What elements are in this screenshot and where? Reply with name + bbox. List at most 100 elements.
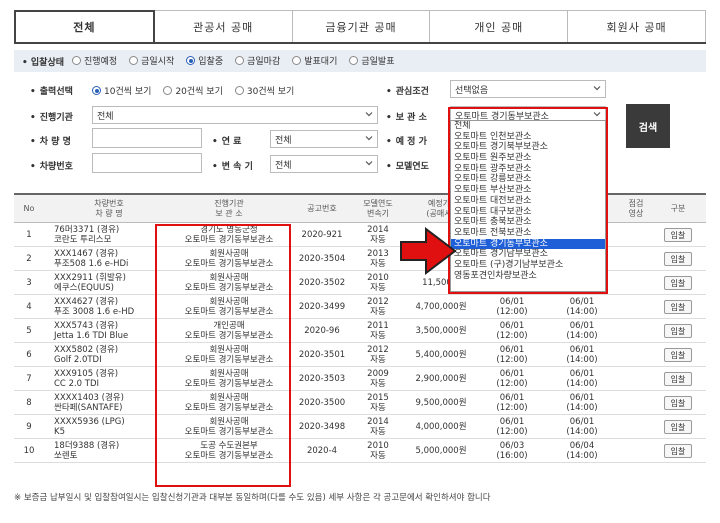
table-row[interactable]: 10 18더9388 (경유) 쏘렌토 도공 수도권본부 오토마트 경기동부보관소 202… bbox=[14, 439, 706, 463]
cell-plate: XXX4627 (경유) 푸조 3008 1.6 e-HD bbox=[54, 295, 164, 319]
col-car[interactable]: 차량번호 차 량 명 bbox=[54, 195, 164, 223]
status-radio-3[interactable]: 금일마감 bbox=[235, 54, 280, 67]
cell-trans: 자동 bbox=[370, 355, 386, 365]
cell-no: 5 bbox=[26, 326, 32, 336]
cell-notice: 2020-3501 bbox=[298, 350, 346, 360]
cell-plate: XXX1467 (경유) bbox=[54, 249, 119, 259]
footnote: ※ 보증금 납부일시 및 입찰참여일시는 입찰신청기관과 대부분 동일하며(다를… bbox=[14, 493, 491, 503]
interest-value: 선택없음 bbox=[455, 85, 489, 96]
cell-no: 3 bbox=[26, 278, 32, 288]
cell-plate: XXX2911 (휘발유) bbox=[54, 273, 126, 283]
bid-status-bar: • 입찰상태 진행예정 금일시작 입찰중 금일마감 발표대기 금일발표 bbox=[14, 50, 706, 72]
tab-all[interactable]: 전체 bbox=[14, 10, 155, 42]
cell-notice: 2020-4 bbox=[306, 446, 338, 456]
bid-button[interactable]: 입찰 bbox=[664, 372, 692, 386]
bid-button[interactable]: 입찰 bbox=[664, 396, 692, 410]
org-select[interactable]: 전체 bbox=[92, 106, 378, 124]
cell-year: 2011 자동 bbox=[350, 319, 406, 343]
table-row[interactable]: 6 XXX5802 (경유) Golf 2.0TDI 회원사공매 오토마트 경기동부보관… bbox=[14, 343, 706, 367]
interest-select[interactable]: 선택없음 bbox=[450, 80, 606, 98]
cell-notice: 2020-3502 bbox=[294, 271, 350, 295]
cell-plate: 18더9388 (경유) bbox=[54, 441, 120, 451]
status-radio-4[interactable]: 발표대기 bbox=[292, 54, 337, 67]
cell-end: 06/01 (14:00) bbox=[562, 295, 602, 319]
cell-end: 06/01 bbox=[569, 417, 595, 427]
table-row[interactable]: 7 XXX9105 (경유) CC 2.0 TDI 회원사공매 오토마트 경기동부보관소… bbox=[14, 367, 706, 391]
status-radio-2[interactable]: 입찰중 bbox=[186, 54, 223, 67]
cell-notice: 2020-3499 bbox=[294, 295, 350, 319]
output-radio-0[interactable]: 10건씩 보기 bbox=[92, 84, 151, 97]
cell-trans: 자동 bbox=[370, 235, 386, 245]
status-radio-1[interactable]: 금일시작 bbox=[129, 54, 174, 67]
trans-select[interactable]: 전체 bbox=[270, 155, 378, 173]
cell-plate: XXX4627 (경유) bbox=[54, 297, 119, 307]
cell-end: 06/01 (14:00) bbox=[562, 391, 602, 415]
chevron-down-icon bbox=[365, 136, 373, 141]
cell-end: 06/01 (14:00) bbox=[562, 415, 602, 439]
cell-end: 06/01 bbox=[569, 345, 595, 355]
fuel-select[interactable]: 전체 bbox=[270, 130, 378, 148]
output-radio-1[interactable]: 20건씩 보기 bbox=[163, 84, 223, 97]
cell-notice: 2020-96 bbox=[294, 319, 350, 343]
bid-button[interactable]: 입찰 bbox=[664, 276, 692, 290]
cell-price: 2,900,000원 bbox=[415, 374, 467, 384]
cell-no: 2 bbox=[26, 254, 32, 264]
output-radio-label: 30건씩 보기 bbox=[246, 87, 295, 97]
cell-year: 2010 bbox=[367, 273, 389, 283]
price-label: 예 정 가 bbox=[386, 134, 427, 147]
car-no-input[interactable] bbox=[92, 153, 202, 173]
cell-start: 06/01 (12:00) bbox=[492, 295, 532, 319]
bid-button[interactable]: 입찰 bbox=[664, 420, 692, 434]
cell-end: 06/04 bbox=[569, 441, 595, 451]
interest-label: 관심조건 bbox=[386, 84, 429, 97]
tab-member[interactable]: 회원사 공매 bbox=[568, 10, 706, 42]
table-row[interactable]: 9 XXXX5936 (LPG) K5 회원사공매 오토마트 경기동부보관소 2020-3… bbox=[14, 415, 706, 439]
col-inspect-line2: 영상 bbox=[628, 209, 644, 218]
cell-price: 4,000,000원 bbox=[415, 422, 467, 432]
cell-price: 3,500,000원 bbox=[415, 326, 467, 336]
table-row[interactable]: 5 XXX5743 (경유) Jetta 1.6 TDI Blue 개인공매 오토마트 … bbox=[14, 319, 706, 343]
cell-start: 06/01 bbox=[499, 297, 525, 307]
col-year[interactable]: 모델연도 변속기 bbox=[350, 195, 406, 223]
bid-button[interactable]: 입찰 bbox=[664, 324, 692, 338]
bid-button[interactable]: 입찰 bbox=[664, 252, 692, 266]
output-radio-2[interactable]: 30건씩 보기 bbox=[234, 84, 295, 97]
radio-dot-icon bbox=[235, 56, 245, 65]
cell-price: 2,900,000원 bbox=[406, 367, 476, 391]
cell-plate: XXXX1403 (경유) bbox=[54, 393, 124, 403]
cell-plate: XXX5802 (경유) bbox=[54, 345, 119, 355]
col-notice-label: 공고번호 bbox=[307, 204, 337, 213]
bid-button[interactable]: 입찰 bbox=[664, 300, 692, 314]
cell-no: 5 bbox=[14, 319, 44, 343]
radio-dot-icon bbox=[92, 86, 101, 95]
bid-button[interactable]: 입찰 bbox=[664, 444, 692, 458]
bid-button[interactable]: 입찰 bbox=[664, 228, 692, 242]
tab-personal[interactable]: 개인 공매 bbox=[430, 10, 569, 42]
car-name-input[interactable] bbox=[92, 128, 202, 148]
cell-price: 9,500,000원 bbox=[415, 398, 467, 408]
status-radio-label: 금일마감 bbox=[247, 57, 281, 67]
car-no-label: 차량번호 bbox=[30, 159, 73, 172]
cell-plate: 76머3371 (경유) bbox=[54, 225, 120, 235]
cell-year: 2015 자동 bbox=[350, 391, 406, 415]
status-radio-5[interactable]: 금일발표 bbox=[349, 54, 394, 67]
cell-name: Golf 2.0TDI bbox=[54, 355, 102, 365]
cell-no: 6 bbox=[26, 350, 32, 360]
cell-start_t: (12:00) bbox=[496, 403, 528, 413]
cell-end_t: (14:00) bbox=[566, 451, 598, 461]
cell-end_t: (14:00) bbox=[566, 403, 598, 413]
bid-button[interactable]: 입찰 bbox=[664, 348, 692, 362]
col-no-label: No bbox=[23, 204, 35, 213]
tab-public-office[interactable]: 관공서 공매 bbox=[154, 10, 293, 42]
cell-plate: XXX9105 (경유) CC 2.0 TDI bbox=[54, 367, 164, 391]
table-row[interactable]: 8 XXXX1403 (경유) 싼타페(SANTAFE) 회원사공매 오토마트 경기동부… bbox=[14, 391, 706, 415]
tab-financial[interactable]: 금융기관 공매 bbox=[292, 10, 431, 42]
status-radio-0[interactable]: 진행예정 bbox=[72, 54, 117, 67]
search-button[interactable]: 검색 bbox=[626, 104, 670, 148]
cell-plate: XXX1467 (경유) 푸조508 1.6 e-HDi bbox=[54, 247, 164, 271]
cell-end: 06/01 (14:00) bbox=[562, 343, 602, 367]
table-row[interactable]: 4 XXX4627 (경유) 푸조 3008 1.6 e-HD 회원사공매 오토마트 경… bbox=[14, 295, 706, 319]
cell-name: K5 bbox=[54, 427, 65, 437]
col-org[interactable]: 진행기관 보 관 소 bbox=[164, 195, 294, 223]
cell-year: 2014 bbox=[367, 417, 389, 427]
